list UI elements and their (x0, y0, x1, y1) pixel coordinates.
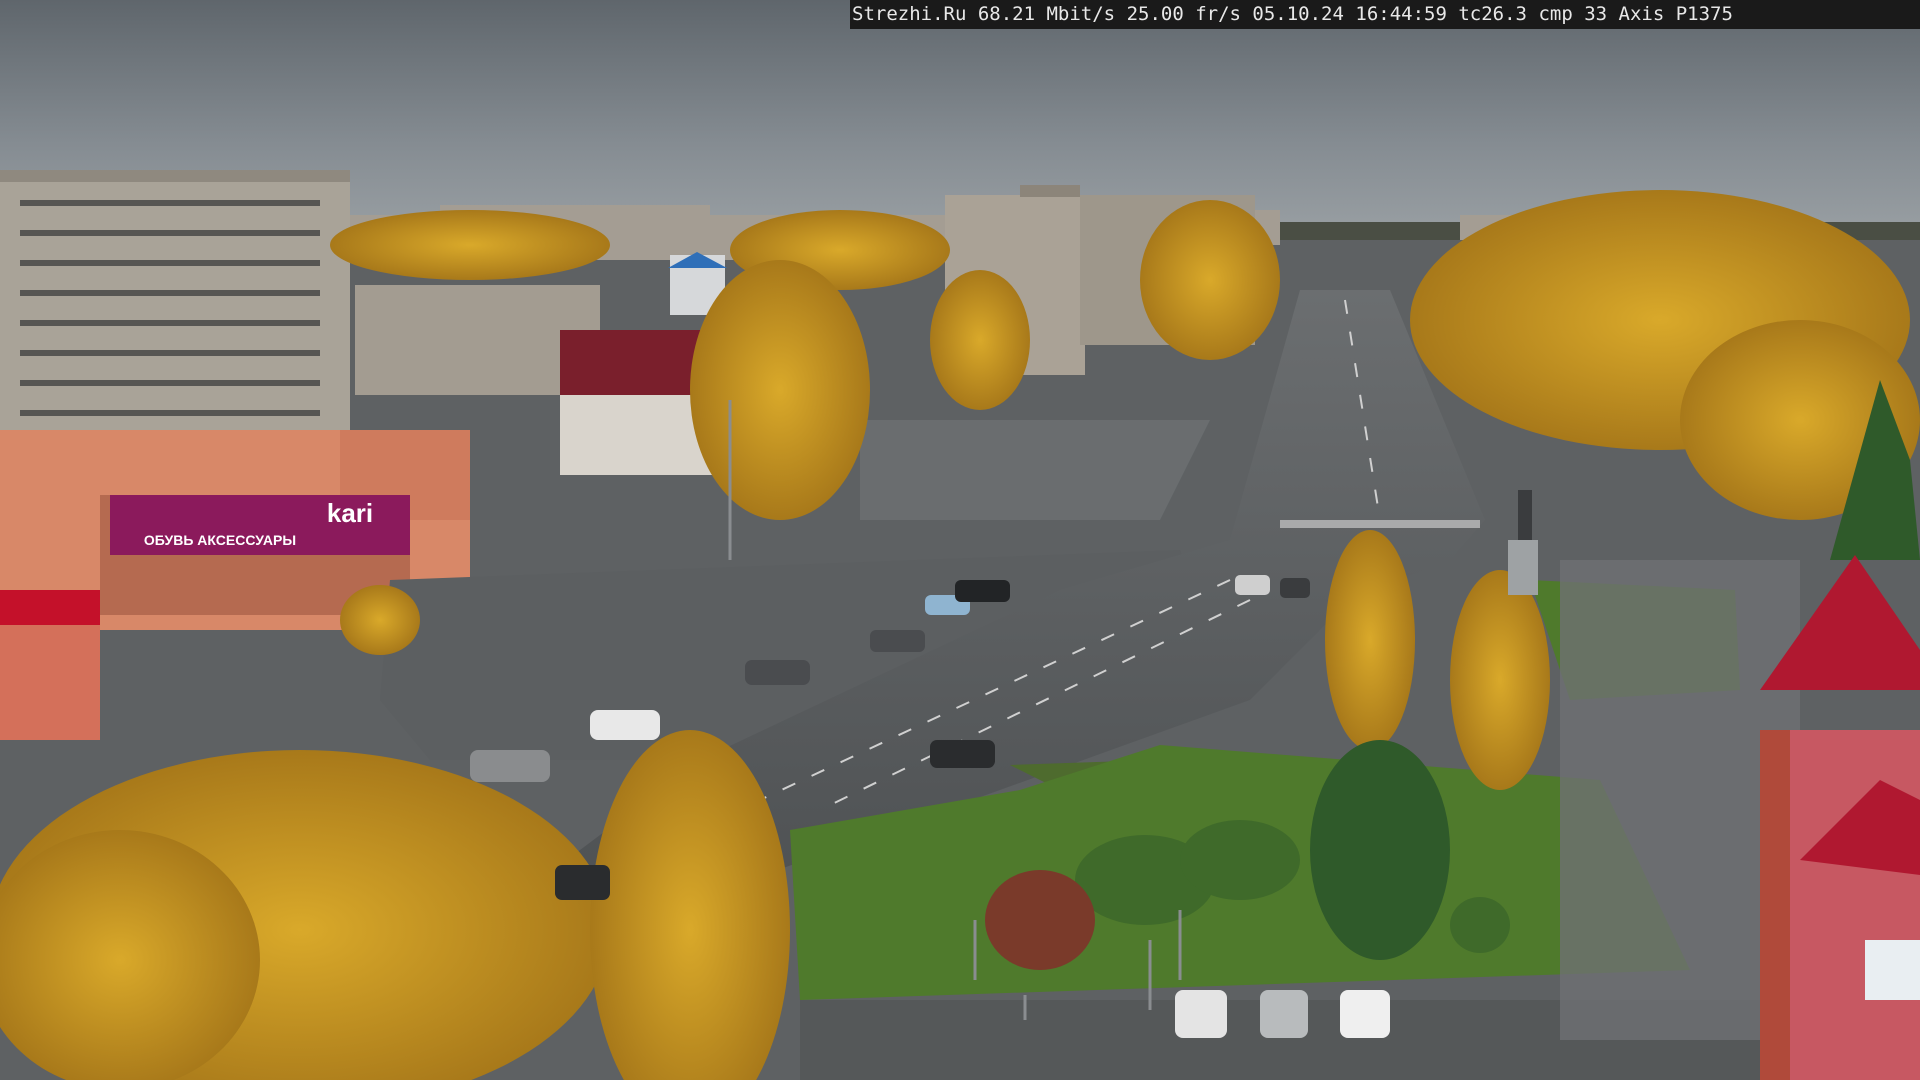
osd-tc: tc26.3 (1458, 3, 1527, 25)
osd-bitrate: 68.21 Mbit/s (977, 3, 1116, 25)
crosswalk (1280, 520, 1480, 528)
osd-time: 16:44:59 (1355, 3, 1447, 25)
osd-cmp: cmp 33 (1538, 3, 1608, 25)
webcam-frame: kari ОБУВЬ АКСЕССУАРЫ (0, 0, 1920, 1080)
kari-logo: kari (327, 498, 373, 528)
osd-framerate: 25.00 fr/s (1126, 3, 1241, 25)
osd-date: 05.10.24 (1252, 3, 1344, 25)
central-plaza (860, 420, 1210, 520)
camera-osd-bar: Strezhi.Ru 68.21 Mbit/s 25.00 fr/s 05.10… (850, 0, 1920, 29)
osd-camera-model: Axis P1375 (1618, 3, 1733, 25)
store-banner-text: ОБУВЬ АКСЕССУАРЫ (144, 532, 296, 548)
osd-site: Strezhi.Ru (852, 3, 967, 25)
